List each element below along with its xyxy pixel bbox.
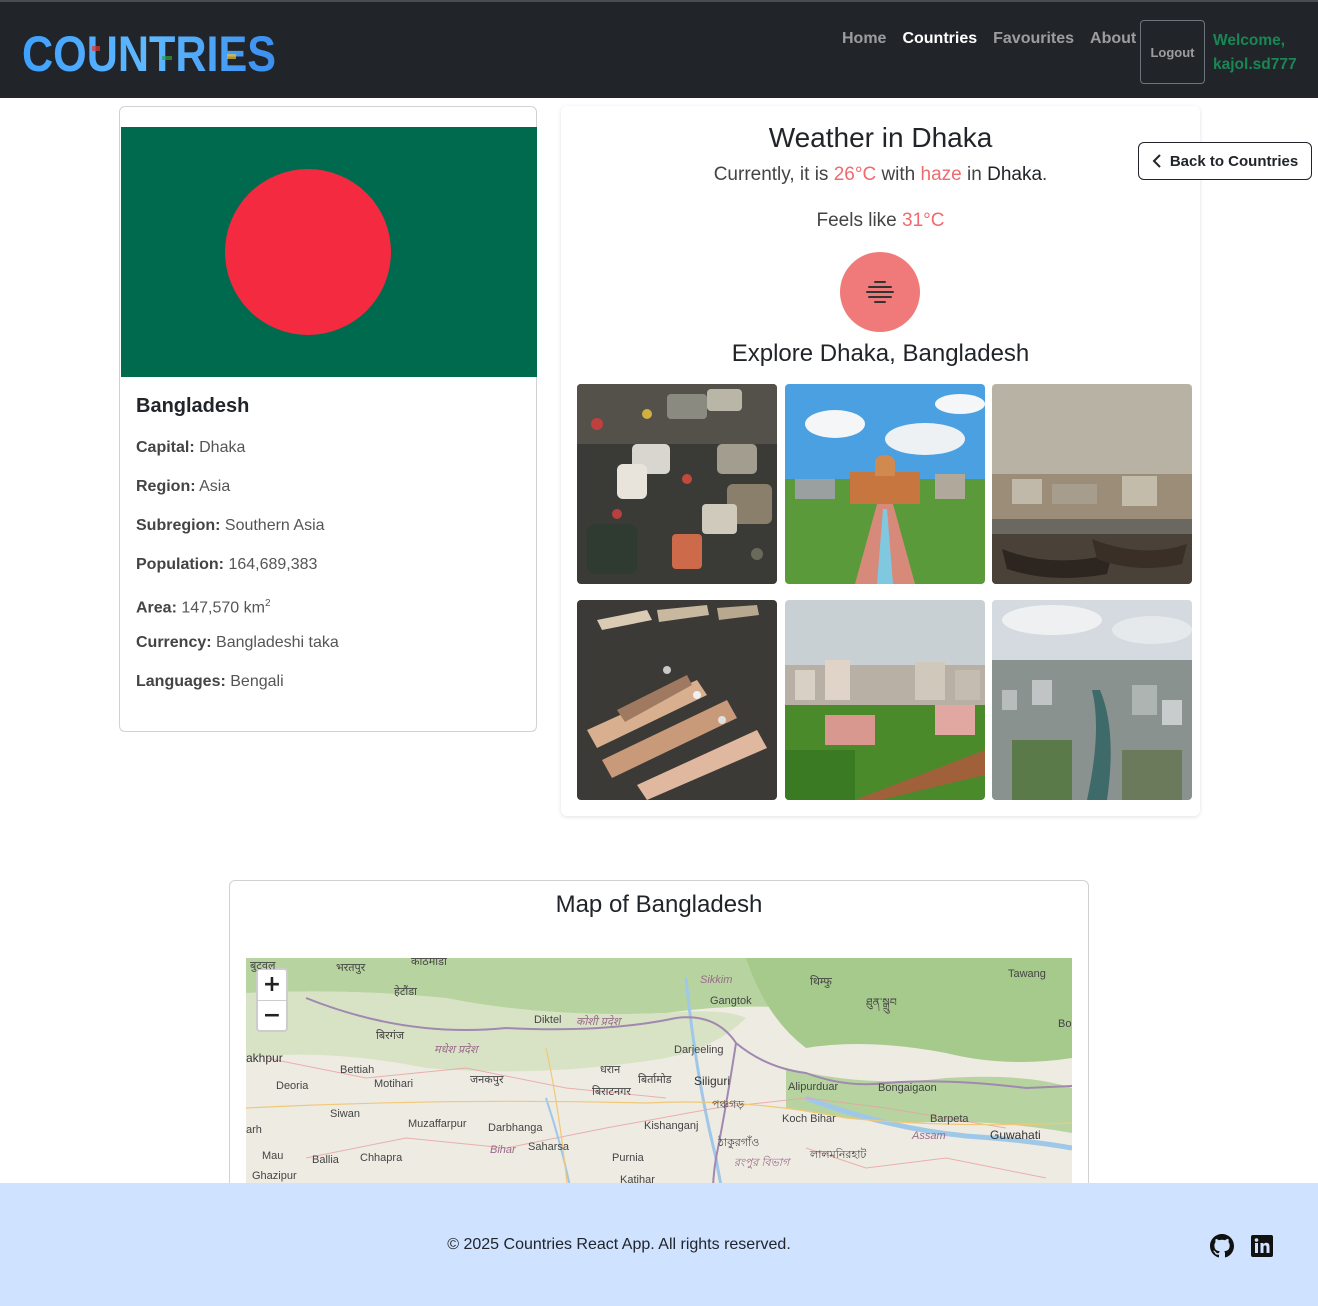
photo-boats[interactable] — [577, 600, 777, 800]
map-label: রংপুর বিভাগ — [734, 1157, 790, 1169]
chevron-left-icon — [1152, 154, 1161, 168]
footer: © 2025 Countries React App. All rights r… — [0, 1183, 1318, 1306]
welcome-greeting: Welcome, — [1213, 32, 1286, 49]
map-label: Motihari — [374, 1078, 414, 1090]
svg-text:COUNTRIES: COUNTRIES — [22, 26, 276, 78]
nav-links: Home Countries Favourites About — [842, 30, 1136, 48]
map-label: Ballia — [312, 1154, 339, 1166]
flag-disc — [225, 169, 391, 335]
fact-currency: Currency: Bangladeshi taka — [136, 634, 339, 651]
map-label: Chhapra — [360, 1152, 403, 1164]
fact-region: Region: Asia — [136, 478, 231, 495]
haze-icon — [840, 252, 920, 332]
map-label: Darjeeling — [674, 1044, 724, 1056]
weather-title: Weather in Dhaka — [768, 122, 993, 153]
map-label: कोशी प्रदेश — [576, 1016, 621, 1028]
map-label: পঞ্চগড় — [712, 1099, 745, 1111]
nav-countries-link[interactable]: Countries — [902, 30, 977, 48]
map-label: Siliguri — [694, 1074, 731, 1088]
map-label: Guwahati — [990, 1128, 1041, 1142]
nav-home-link[interactable]: Home — [842, 30, 886, 48]
photo-traffic[interactable] — [577, 384, 777, 584]
fact-languages: Languages: Bengali — [136, 673, 284, 690]
weather-condition: haze — [920, 164, 962, 185]
map-label: Assam — [912, 1130, 946, 1142]
navbar: COUNTRIES Home Countries Favourites Abou… — [0, 0, 1318, 98]
welcome-message: Welcome, kajol.sd777 — [1213, 29, 1313, 77]
weather-city: Dhaka — [987, 164, 1043, 185]
fact-capital: Capital: Dhaka — [136, 439, 246, 456]
map-label: बिराटनगर — [592, 1086, 631, 1098]
map-label: हेटौंडा — [394, 986, 417, 998]
map-label: मधेश प्रदेश — [434, 1044, 478, 1056]
map-label: arh — [246, 1124, 262, 1136]
map-label: Sikkim — [700, 974, 733, 986]
welcome-username: kajol.sd777 — [1213, 56, 1297, 73]
weather-feels-like: Feels like 31°C — [816, 210, 945, 231]
map-label: Purnia — [612, 1152, 644, 1164]
map-label: লালমনিরহাট — [810, 1149, 867, 1161]
map-label: Barpeta — [930, 1113, 969, 1125]
logout-button[interactable]: Logout — [1140, 20, 1205, 84]
map-label: Bettiah — [340, 1064, 375, 1076]
map-label: Darbhanga — [488, 1122, 543, 1134]
photo-city-aerial[interactable] — [992, 600, 1192, 800]
country-name: Bangladesh — [136, 395, 250, 417]
country-card: Bangladesh Capital: Dhaka Region: Asia S… — [119, 106, 537, 732]
explore-title: Explore Dhaka, Bangladesh — [731, 340, 1030, 367]
photo-fort-aerial[interactable] — [784, 600, 985, 800]
weather-card: Weather in Dhaka Currently, it is 26°C w… — [561, 106, 1200, 816]
map-label: बिरगंज — [376, 1030, 404, 1042]
map-label: Kishanganj — [644, 1120, 699, 1132]
weather-temperature: 26°C — [833, 164, 877, 185]
map-label: Bo — [1058, 1018, 1072, 1030]
map-label: Siwan — [330, 1108, 360, 1120]
map-label: बुटवल — [250, 960, 276, 972]
map-label: काठमाडौं — [411, 958, 447, 968]
back-button-label: Back to Countries — [1169, 152, 1299, 170]
map-label: बिर्तामोड — [638, 1074, 672, 1086]
map-label: Alipurduar — [788, 1081, 839, 1093]
map-label: Muzaffarpur — [408, 1118, 467, 1130]
country-facts: Capital: Dhaka Region: Asia Subregion: S… — [136, 437, 339, 710]
fact-population: Population: 164,689,383 — [136, 556, 318, 573]
map-label: Deoria — [276, 1080, 309, 1092]
fact-subregion: Subregion: Southern Asia — [136, 517, 325, 534]
weather-summary: Currently, it is 26°C with haze in Dhaka… — [713, 164, 1048, 185]
map-label: Saharsa — [528, 1141, 569, 1153]
map-label: धरान — [600, 1064, 621, 1076]
map-label: जनकपुर — [470, 1074, 504, 1086]
map-label: Gangtok — [710, 995, 752, 1007]
back-to-countries-button[interactable]: Back to Countries — [1138, 142, 1312, 180]
fact-area: Area: 147,570 km2 — [136, 598, 271, 617]
map-label: Bongaigaon — [878, 1082, 937, 1094]
map-label: Mau — [262, 1150, 284, 1162]
photo-lalbagh-fort[interactable] — [784, 384, 985, 584]
photo-river-port[interactable] — [992, 384, 1192, 584]
linkedin-icon[interactable] — [1250, 1234, 1274, 1258]
nav-favourites-link[interactable]: Favourites — [993, 30, 1074, 48]
map-label: थिम्फु — [810, 976, 832, 988]
map-title: Map of Bangladesh — [555, 891, 763, 918]
map-label: Tawang — [1008, 968, 1046, 980]
zoom-in-button[interactable]: + — [258, 970, 286, 1000]
github-icon[interactable] — [1210, 1234, 1234, 1258]
map-label: Diktel — [534, 1014, 562, 1026]
footer-copyright: © 2025 Countries React App. All rights r… — [447, 1236, 791, 1253]
map-label: Bihar — [490, 1144, 516, 1156]
feels-like-value: 31°C — [902, 210, 945, 231]
map-label: ঠাকুরগাঁও — [718, 1137, 760, 1149]
map-zoom-control: + − — [256, 968, 288, 1032]
map-label: ཐུན་སྒྲུབ — [866, 997, 897, 1009]
map-label: भरतपुर — [336, 962, 366, 974]
brand-logo[interactable]: COUNTRIES — [22, 26, 278, 78]
country-flag — [121, 127, 537, 377]
nav-about-link[interactable]: About — [1090, 30, 1136, 48]
map-label: Koch Bihar — [782, 1113, 836, 1125]
photo-gallery — [577, 384, 1193, 800]
map-label: akhpur — [246, 1051, 283, 1065]
map-label: Ghazipur — [252, 1170, 297, 1182]
zoom-out-button[interactable]: − — [258, 1000, 286, 1030]
